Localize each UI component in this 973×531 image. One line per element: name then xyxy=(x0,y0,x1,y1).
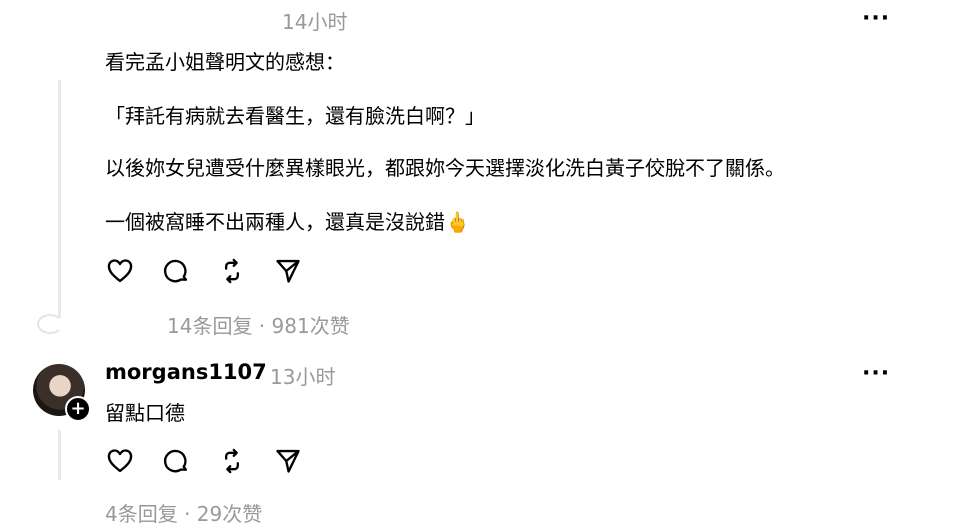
action-bar xyxy=(104,255,304,287)
share-icon[interactable] xyxy=(272,445,304,477)
repost-icon[interactable] xyxy=(216,445,248,477)
share-icon[interactable] xyxy=(272,255,304,287)
thread-line xyxy=(58,430,61,480)
comment-paragraph: 一個被窩睡不出兩種人，還真是沒說錯🖕 xyxy=(105,210,470,234)
repost-icon[interactable] xyxy=(216,255,248,287)
follow-plus-icon[interactable]: + xyxy=(65,396,91,422)
thread-connector xyxy=(37,314,63,334)
comment-text: 留點口德 xyxy=(105,401,185,425)
more-options-button[interactable]: ··· xyxy=(862,8,890,30)
comment-time: 13小时 xyxy=(270,365,336,389)
heart-icon[interactable] xyxy=(104,255,136,287)
comment-icon[interactable] xyxy=(160,445,192,477)
more-options-button[interactable]: ··· xyxy=(862,363,890,385)
reply-like-stats[interactable]: 4条回复 · 29次赞 xyxy=(105,498,262,527)
comment-paragraph: 「拜託有病就去看醫生，還有臉洗白啊？」 xyxy=(105,104,485,128)
heart-icon[interactable] xyxy=(104,445,136,477)
thread-line xyxy=(58,80,61,318)
username[interactable]: morgans1107 xyxy=(105,360,267,384)
action-bar xyxy=(104,445,304,477)
comment-paragraph: 看完孟小姐聲明文的感想： xyxy=(105,50,345,74)
reply-like-stats[interactable]: 14条回复 · 981次赞 xyxy=(167,310,350,339)
comment-time: 14小时 xyxy=(282,10,348,34)
comment-paragraph: 以後妳女兒遭受什麼異樣眼光，都跟妳今天選擇淡化洗白黃子佼脫不了關係。 xyxy=(105,156,785,180)
comment-icon[interactable] xyxy=(160,255,192,287)
